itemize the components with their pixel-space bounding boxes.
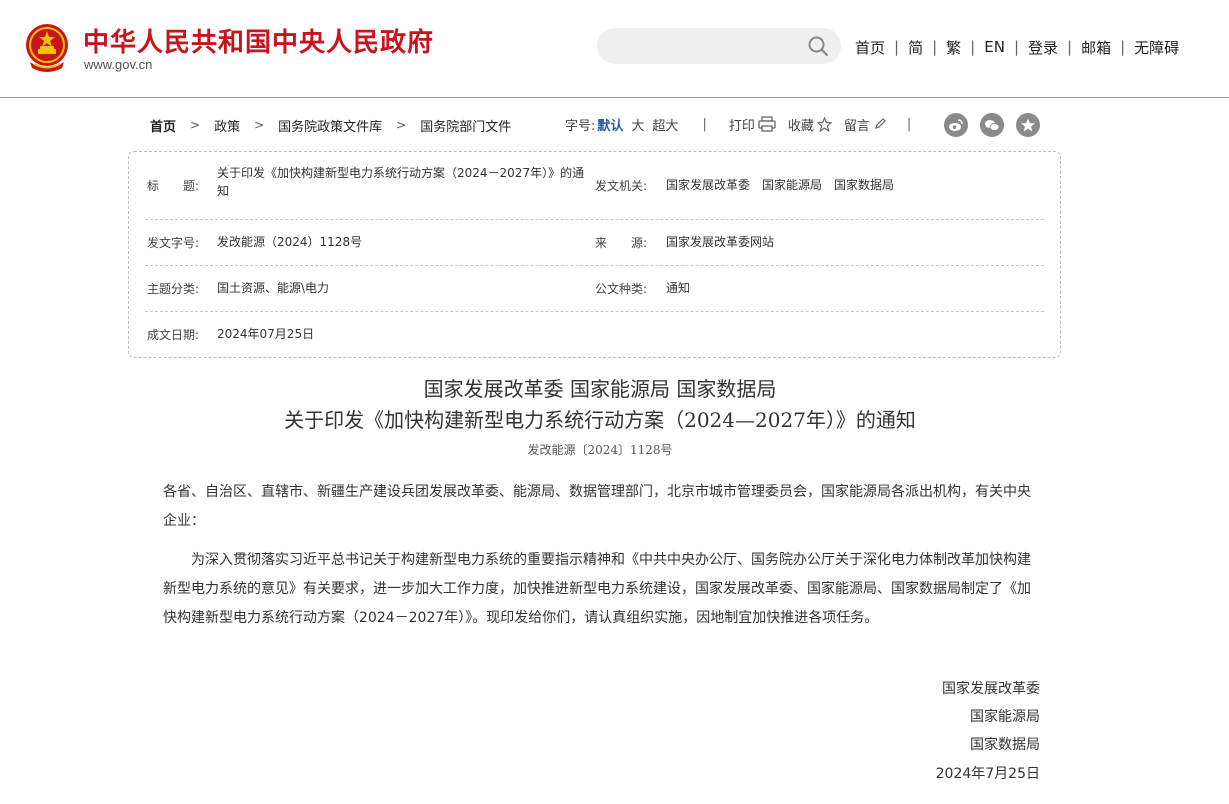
info-row: 发文字号: 发改能源（2024）1128号 来 源: 国家发展改革委网站	[145, 220, 1044, 266]
breadcrumb-arrow: >	[254, 118, 265, 132]
article-body: 为深入贯彻落实习近平总书记关于构建新型电力系统的重要指示精神和《中共中央办公厅、…	[163, 552, 1031, 626]
site-title[interactable]: 中华人民共和国中央人民政府	[83, 22, 434, 59]
title-label: 标 题:	[147, 179, 200, 193]
print-button[interactable]: 打印	[729, 115, 776, 134]
nav-accessibility[interactable]: 无障碍	[1134, 37, 1179, 58]
date-label: 成文日期:	[147, 328, 200, 342]
breadcrumb-policy[interactable]: 政策	[214, 116, 240, 135]
nav-simplified[interactable]: 简	[908, 37, 923, 58]
article-title-line1: 国家发展改革委 国家能源局 国家数据局	[423, 377, 777, 401]
issuer-label: 发文机关:	[595, 179, 648, 193]
docno-label: 发文字号:	[147, 236, 200, 250]
printer-icon	[758, 116, 776, 132]
document-info-box: 标 题: 关于印发《加快构建新型电力系统行动方案（2024－2027年）》的通知…	[128, 151, 1061, 358]
top-nav: 首页 | 简 | 繁 | EN | 登录 | 邮箱 | 无障碍	[855, 37, 1180, 58]
wechat-icon[interactable]	[980, 113, 1004, 137]
date-value: 2024年07月25日	[217, 327, 315, 341]
article-salutation: 各省、自治区、直辖市、新疆生产建设兵团发展改革委、能源局、数据管理部门，北京市城…	[163, 484, 1031, 529]
breadcrumb-arrow: >	[396, 118, 407, 132]
weibo-glyph-icon	[949, 119, 963, 131]
nav-mailbox[interactable]: 邮箱	[1081, 37, 1111, 58]
docno-value: 发改能源（2024）1128号	[217, 235, 363, 249]
pencil-icon	[874, 118, 886, 129]
breadcrumb-home[interactable]: 首页	[150, 116, 176, 135]
breadcrumb: 首页 > 政策 > 国务院政策文件库 > 国务院部门文件	[150, 116, 511, 135]
breadcrumb-arrow: >	[190, 118, 201, 132]
issuer-value: 国家发展改革委 国家能源局 国家数据局	[666, 178, 895, 192]
signer: 国家能源局	[970, 709, 1040, 725]
type-value: 通知	[666, 281, 691, 295]
star-glyph-icon	[1021, 118, 1035, 132]
sign-date: 2024年7月25日	[935, 766, 1040, 782]
favorite-button[interactable]: 收藏	[788, 115, 832, 134]
font-size-label: 字号:	[565, 118, 596, 134]
topic-label: 主题分类:	[147, 282, 200, 296]
national-emblem-icon[interactable]	[24, 22, 70, 72]
article-title-line2: 关于印发《加快构建新型电力系统行动方案（2024—2027年）》的通知	[284, 408, 916, 432]
comment-button[interactable]: 留言	[844, 115, 887, 134]
nav-english[interactable]: EN	[984, 38, 1005, 56]
star-icon[interactable]	[1016, 113, 1040, 137]
info-row: 标 题: 关于印发《加快构建新型电力系统行动方案（2024－2027年）》的通知…	[145, 152, 1044, 220]
source-value: 国家发展改革委网站	[666, 235, 775, 249]
article-doc-number: 发改能源〔2024〕1128号	[527, 443, 673, 457]
wechat-glyph-icon	[985, 120, 1000, 131]
nav-home[interactable]: 首页	[855, 37, 885, 58]
font-size-default[interactable]: 默认	[597, 115, 623, 134]
type-label: 公文种类:	[595, 282, 648, 296]
page-tools: 字号: 默认 大 超大 | 打印 收藏 留言 |	[565, 115, 912, 134]
nav-traditional[interactable]: 繁	[946, 37, 961, 58]
info-row: 成文日期: 2024年07月25日	[145, 312, 1044, 357]
breadcrumb-policy-library[interactable]: 国务院政策文件库	[278, 116, 382, 135]
signer: 国家数据局	[970, 737, 1040, 753]
topic-value: 国土资源、能源\电力	[217, 281, 330, 295]
info-row: 主题分类: 国土资源、能源\电力 公文种类: 通知	[145, 266, 1044, 312]
nav-login[interactable]: 登录	[1028, 37, 1058, 58]
search-box[interactable]	[597, 28, 841, 64]
font-size-large[interactable]: 大	[631, 115, 644, 134]
title-value: 关于印发《加快构建新型电力系统行动方案（2024－2027年）》的通知	[217, 166, 585, 198]
weibo-icon[interactable]	[944, 113, 968, 137]
star-outline-icon	[816, 116, 832, 132]
site-url[interactable]: www.gov.cn	[84, 57, 152, 72]
font-size-xlarge[interactable]: 超大	[652, 115, 678, 134]
search-icon[interactable]	[807, 35, 829, 57]
signer: 国家发展改革委	[942, 681, 1040, 697]
source-label: 来 源:	[595, 236, 648, 250]
site-header: 中华人民共和国中央人民政府 www.gov.cn 首页 | 简 | 繁 | EN…	[0, 0, 1229, 98]
search-input[interactable]	[613, 35, 793, 57]
breadcrumb-department-docs[interactable]: 国务院部门文件	[420, 116, 511, 135]
